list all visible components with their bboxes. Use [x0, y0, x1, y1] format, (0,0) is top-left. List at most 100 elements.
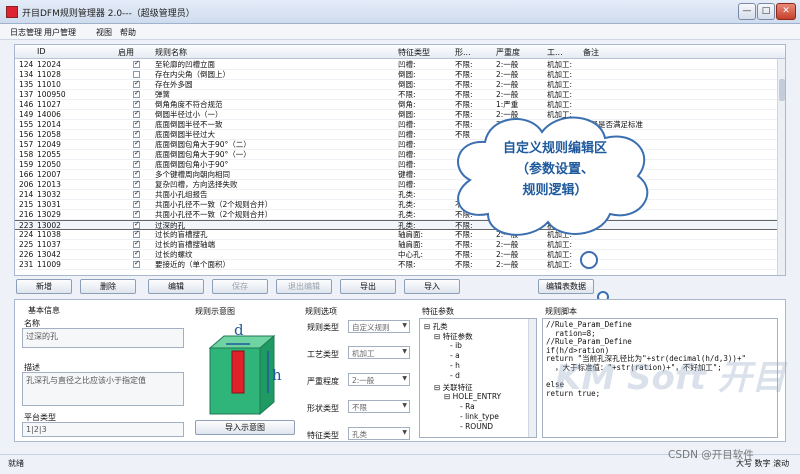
- enabled-checkbox[interactable]: [133, 129, 140, 138]
- enabled-checkbox[interactable]: [133, 159, 140, 168]
- cell-id: 12007: [37, 170, 61, 179]
- tree-scrollbar[interactable]: [528, 319, 536, 437]
- maximize-button[interactable]: □: [757, 3, 775, 20]
- grid-scrollbar[interactable]: [777, 59, 785, 275]
- cell-name: 底面倒圆包角大于90°（一）: [155, 150, 251, 159]
- close-button[interactable]: ✕: [776, 3, 796, 20]
- name-field[interactable]: 过深的孔: [22, 328, 184, 348]
- cell-id: 12050: [37, 160, 61, 169]
- cell-id: 14006: [37, 110, 61, 119]
- table-row[interactable]: 226 13042 过长的螺纹 中心孔: 不限: 2:一般 机加工:: [15, 249, 777, 260]
- enabled-checkbox[interactable]: [133, 89, 140, 98]
- tree-node[interactable]: - Ra: [460, 402, 475, 411]
- enabled-checkbox[interactable]: [133, 149, 140, 158]
- dim-d-label: d: [234, 321, 244, 339]
- edit-button[interactable]: 编辑: [148, 279, 204, 294]
- exit-edit-button[interactable]: 退出编辑: [276, 279, 332, 294]
- tree-node[interactable]: - h: [450, 361, 460, 370]
- tree-node[interactable]: - a: [450, 351, 460, 360]
- menu-log[interactable]: 日志管理: [10, 27, 42, 38]
- cell-no: 135: [19, 80, 34, 89]
- enabled-checkbox[interactable]: [133, 179, 140, 188]
- col-process[interactable]: 工...: [547, 47, 563, 58]
- enabled-checkbox[interactable]: [133, 99, 140, 108]
- col-rule-name[interactable]: 规则名称: [155, 47, 187, 58]
- enabled-checkbox[interactable]: [133, 71, 140, 78]
- cell-proc: 机加工:: [547, 60, 573, 69]
- enabled-checkbox[interactable]: [133, 229, 140, 238]
- desc-field[interactable]: 孔深孔与直径之比应该小于指定值: [22, 372, 184, 406]
- menu-view[interactable]: 视图: [96, 27, 112, 38]
- callout-line2: （参数设置、: [515, 162, 594, 177]
- feature-params-tree[interactable]: ⊟ 孔类 ⊟ 特征参数 - ib - a - h - d ⊟ 关联特征 ⊟ HO…: [419, 318, 537, 438]
- tree-node[interactable]: - ib: [450, 341, 462, 350]
- cell-id: 100950: [37, 90, 66, 99]
- table-row[interactable]: 137 100950 弹簧 不限: 不限: 2:一般 机加工:: [15, 89, 777, 100]
- col-id[interactable]: ID: [37, 47, 46, 56]
- save-button[interactable]: 保存: [212, 279, 268, 294]
- edit-table-button[interactable]: 编辑表数据: [538, 279, 594, 294]
- enabled-checkbox[interactable]: [133, 259, 140, 268]
- col-feature-type[interactable]: 特征类型: [398, 47, 430, 58]
- cell-no: 166: [19, 170, 34, 179]
- cell-sev: 2:一般: [496, 90, 519, 99]
- tree-node[interactable]: ⊟ HOLE_ENTRY: [444, 392, 501, 401]
- table-row[interactable]: 135 11010 存在外多圆 倒圆: 不限: 2:一般 机加工:: [15, 79, 777, 90]
- dim-h-label: h: [272, 366, 282, 384]
- hole-shape: [231, 350, 245, 394]
- table-row[interactable]: 134 11028 存在内尖角（倒圆上） 倒圆: 不限: 2:一般 机加工:: [15, 70, 777, 80]
- cell-name: 底面倒圆包角小于90°: [155, 160, 229, 169]
- feature-select[interactable]: 孔类: [348, 427, 410, 440]
- cell-id: 13002: [37, 221, 61, 230]
- callout-line1: 自定义规则编辑区: [502, 141, 607, 156]
- table-row[interactable]: 124 12024 至轮廓的凹槽立面 凹槽: 不限: 2:一般 机加工:: [15, 59, 777, 70]
- cell-no: 137: [19, 90, 34, 99]
- process-select[interactable]: 机加工: [348, 346, 410, 359]
- export-button[interactable]: 导出: [340, 279, 396, 294]
- minimize-button[interactable]: —: [738, 3, 756, 20]
- import-button[interactable]: 导入: [404, 279, 460, 294]
- cell-id: 11010: [37, 80, 61, 89]
- cell-shape: 不限:: [455, 60, 473, 69]
- enabled-checkbox[interactable]: [133, 169, 140, 178]
- enabled-checkbox[interactable]: [133, 199, 140, 208]
- col-remark[interactable]: 备注: [583, 47, 599, 58]
- col-enabled[interactable]: 启用: [118, 47, 134, 58]
- col-shape[interactable]: 形...: [455, 47, 471, 58]
- feature-label: 特征类型: [307, 431, 339, 440]
- menu-help[interactable]: 帮助: [120, 27, 136, 38]
- import-diagram-button[interactable]: 导入示意图: [195, 420, 295, 435]
- enabled-checkbox[interactable]: [133, 209, 140, 218]
- col-severity[interactable]: 严重度: [496, 47, 520, 58]
- tree-node[interactable]: - link_type: [460, 412, 499, 421]
- cell-feat: 中心孔:: [398, 250, 424, 259]
- tree-node[interactable]: - ROUND: [460, 422, 493, 431]
- scroll-thumb[interactable]: [779, 79, 785, 101]
- severity-select[interactable]: 2:一般: [348, 373, 410, 386]
- diagram-label: 规则示意图: [195, 307, 235, 316]
- enabled-checkbox[interactable]: [133, 220, 140, 229]
- enabled-checkbox[interactable]: [133, 79, 140, 88]
- cell-name: 底面倒圆包角大于90°（二）: [155, 140, 251, 149]
- cell-shape: 不限:: [455, 70, 473, 79]
- menu-bar: 日志管理 用户管理 视图 帮助: [0, 24, 800, 40]
- tree-node[interactable]: - d: [450, 371, 460, 380]
- platform-field[interactable]: 1|2|3: [22, 422, 184, 437]
- enabled-checkbox[interactable]: [133, 249, 140, 258]
- cell-id: 12013: [37, 180, 61, 189]
- enabled-checkbox[interactable]: [133, 139, 140, 148]
- enabled-checkbox[interactable]: [133, 119, 140, 128]
- new-button[interactable]: 新增: [16, 279, 72, 294]
- enabled-checkbox[interactable]: [133, 109, 140, 118]
- grid-header: ID 启用 规则名称 特征类型 形... 严重度 工... 备注: [15, 45, 785, 59]
- rule-type-select[interactable]: 自定义规则: [348, 320, 410, 333]
- enabled-checkbox[interactable]: [133, 239, 140, 248]
- menu-users[interactable]: 用户管理: [44, 27, 76, 38]
- enabled-checkbox[interactable]: [133, 189, 140, 198]
- delete-button[interactable]: 删除: [80, 279, 136, 294]
- table-row[interactable]: 231 11009 要接近的（单个面积） 不限: 不限: 2:一般 机加工:: [15, 259, 777, 270]
- enabled-checkbox[interactable]: [133, 59, 140, 68]
- shape-select[interactable]: 不限: [348, 400, 410, 413]
- cell-name: 过长的螺纹: [155, 250, 193, 259]
- tail-bubble-large: [580, 251, 598, 269]
